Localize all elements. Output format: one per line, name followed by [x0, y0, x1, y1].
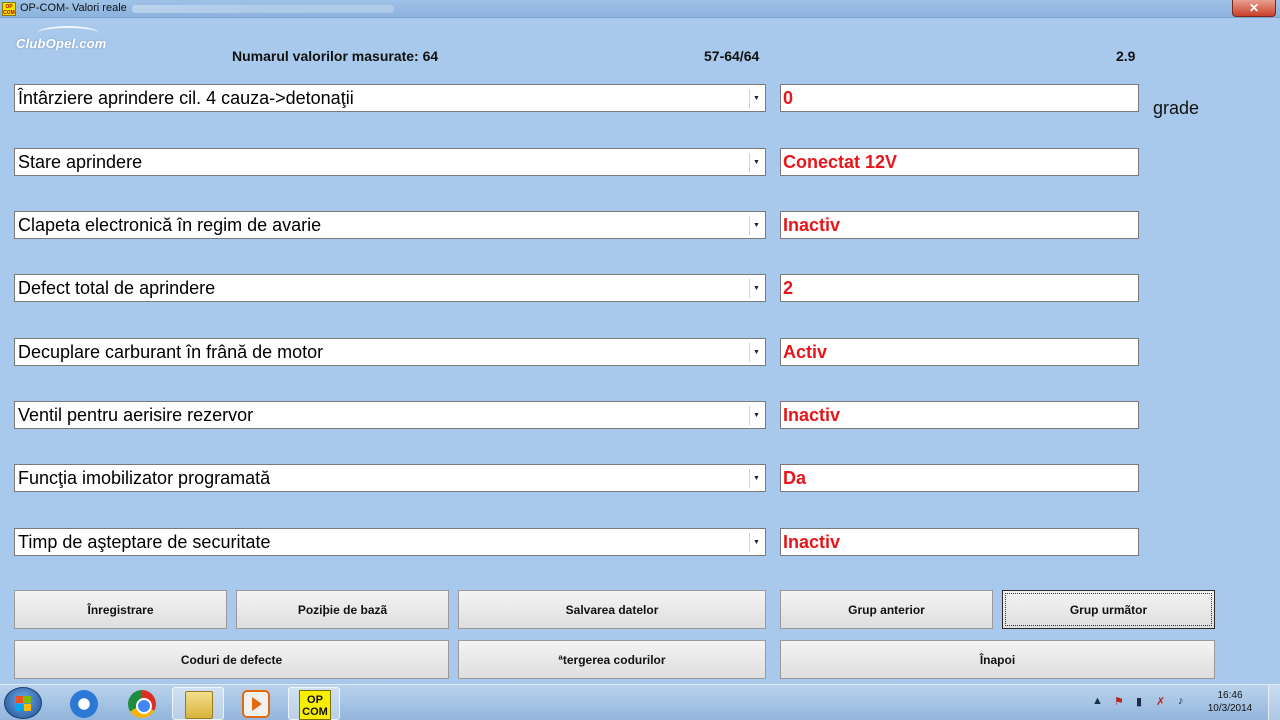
parameter-label: Clapeta electronică în regim de avarie [18, 215, 322, 235]
taskbar-item-chrome[interactable] [116, 687, 168, 720]
chrome-icon [128, 690, 156, 718]
clock-date: 10/3/2014 [1207, 703, 1253, 714]
taskbar-item-ie[interactable] [58, 687, 110, 720]
parameter-select-6[interactable]: Ventil pentru aerisire rezervor ▼ [14, 401, 766, 429]
parameter-select-7[interactable]: Funcţia imobilizator programată ▼ [14, 464, 766, 492]
parameter-select-1[interactable]: Întârziere aprindere cil. 4 cauza->deton… [14, 84, 766, 112]
title-blurred-text [132, 5, 394, 13]
value-range: 57-64/64 [704, 48, 760, 64]
title-bar: OP COM OP-COM- Valori reale ✕ [0, 0, 1280, 18]
parameter-value-6: Inactiv [780, 401, 1139, 429]
parameter-label: Stare aprindere [18, 152, 143, 172]
parameter-label: Defect total de aprindere [18, 278, 216, 298]
parameter-value-4: 2 [780, 274, 1139, 302]
internet-explorer-icon [70, 690, 98, 718]
dropdown-arrow-icon[interactable]: ▼ [749, 469, 763, 488]
dropdown-arrow-icon[interactable]: ▼ [749, 406, 763, 425]
parameter-value-2: Conectat 12V [780, 148, 1139, 176]
parameter-label: Decuplare carburant în frână de motor [18, 342, 324, 362]
battery-icon[interactable]: ▮ [1136, 695, 1142, 708]
fault-codes-button[interactable]: Coduri de defecte [14, 640, 449, 679]
clear-codes-button[interactable]: ªtergerea codurilor [458, 640, 766, 679]
window-title: OP-COM- Valori reale [20, 2, 127, 14]
parameter-select-2[interactable]: Stare aprindere ▼ [14, 148, 766, 176]
show-hidden-icons-icon[interactable]: ▲ [1092, 695, 1103, 707]
taskbar-item-media[interactable] [230, 687, 282, 720]
version-number: 2.9 [1116, 48, 1136, 64]
parameter-value-8: Inactiv [780, 528, 1139, 556]
record-button[interactable]: Înregistrare [14, 590, 227, 629]
dropdown-arrow-icon[interactable]: ▼ [749, 216, 763, 235]
parameter-value-3: Inactiv [780, 211, 1139, 239]
app-icon: OP COM [2, 2, 16, 16]
network-icon[interactable]: ✗ [1156, 695, 1165, 708]
parameter-value-7: Da [780, 464, 1139, 492]
parameter-select-8[interactable]: Timp de aşteptare de securitate ▼ [14, 528, 766, 556]
parameter-label: Ventil pentru aerisire rezervor [18, 405, 254, 425]
dropdown-arrow-icon[interactable]: ▼ [749, 533, 763, 552]
dropdown-arrow-icon[interactable]: ▼ [749, 153, 763, 172]
base-position-button[interactable]: Poziþie de bazã [236, 590, 449, 629]
parameter-label: Timp de aşteptare de securitate [18, 532, 271, 552]
dropdown-arrow-icon[interactable]: ▼ [749, 89, 763, 108]
media-player-icon [242, 690, 270, 718]
dropdown-arrow-icon[interactable]: ▼ [749, 343, 763, 362]
volume-icon[interactable]: ♪ [1178, 695, 1184, 707]
parameter-label: Funcţia imobilizator programată [18, 468, 271, 488]
clubopel-logo: ClubOpel.com [16, 36, 107, 51]
clock-time: 16:46 [1217, 690, 1243, 701]
clock[interactable]: 16:46 10/3/2014 [1204, 689, 1256, 715]
dropdown-arrow-icon[interactable]: ▼ [749, 279, 763, 298]
taskbar-item-explorer[interactable] [172, 687, 224, 720]
back-button[interactable]: Înapoi [780, 640, 1215, 679]
opcom-icon: OP COM [299, 690, 331, 720]
save-data-button[interactable]: Salvarea datelor [458, 590, 766, 629]
close-button[interactable]: ✕ [1232, 0, 1276, 17]
parameter-label: Întârziere aprindere cil. 4 cauza->deton… [18, 88, 354, 108]
parameter-value-1: 0 [780, 84, 1139, 112]
unit-label: grade [1153, 98, 1200, 118]
file-explorer-icon [185, 691, 213, 719]
previous-group-button[interactable]: Grup anterior [780, 590, 993, 629]
parameter-select-5[interactable]: Decuplare carburant în frână de motor ▼ [14, 338, 766, 366]
taskbar: OP COM ▲ ⚑ ▮ ✗ ♪ 16:46 10/3/2014 [0, 684, 1280, 720]
parameter-select-4[interactable]: Defect total de aprindere ▼ [14, 274, 766, 302]
windows-start-icon[interactable] [4, 687, 42, 719]
parameter-value-5: Activ [780, 338, 1139, 366]
parameter-select-3[interactable]: Clapeta electronică în regim de avarie ▼ [14, 211, 766, 239]
next-group-button[interactable]: Grup urmãtor [1002, 590, 1215, 629]
show-desktop-button[interactable] [1268, 685, 1280, 720]
measured-values-count: Numarul valorilor masurate: 64 [232, 48, 439, 64]
action-center-icon[interactable]: ⚑ [1114, 695, 1124, 708]
taskbar-item-opcom[interactable]: OP COM [288, 687, 340, 720]
